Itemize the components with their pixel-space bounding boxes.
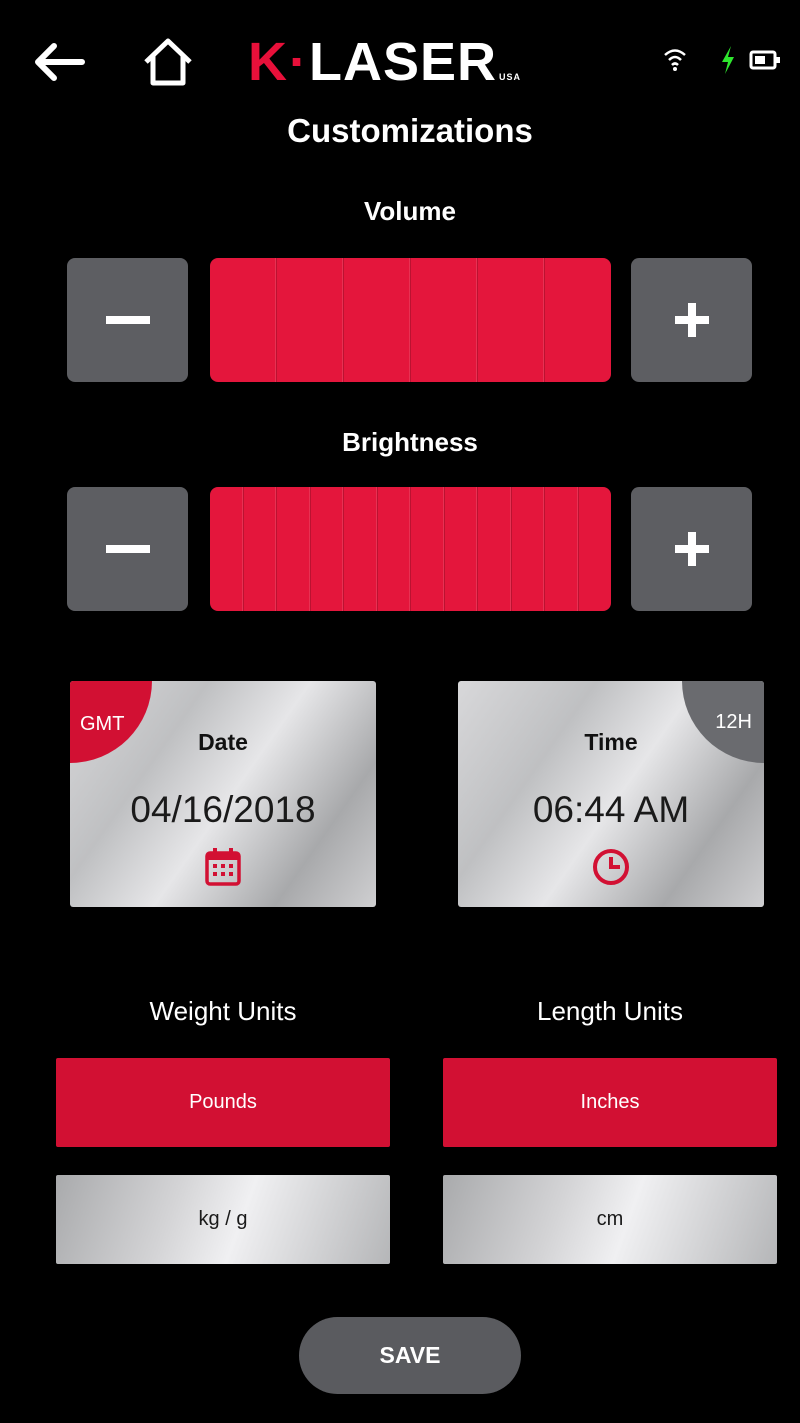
minus-icon [105,545,150,553]
minus-icon [105,316,150,324]
level-segment [512,487,545,611]
level-segment [545,487,579,611]
level-segment [445,487,478,611]
level-segment [344,258,411,382]
plus-icon [674,532,709,566]
level-segment [478,258,545,382]
level-segment [579,487,612,611]
brightness-increase-button[interactable] [631,487,752,611]
level-segment [378,487,411,611]
volume-label: Volume [364,196,456,226]
level-segment [411,258,478,382]
volume-increase-button[interactable] [631,258,752,382]
level-segment [244,487,277,611]
cm-button[interactable]: cm [443,1175,777,1264]
back-arrow-icon [35,43,85,81]
brightness-decrease-button[interactable] [67,487,188,611]
time-card[interactable]: 12H Time 06:44 AM [458,681,764,907]
level-segment [411,487,445,611]
clock-icon [593,849,629,885]
kg-g-button[interactable]: kg / g [56,1175,390,1264]
logo-laser: LASER [308,32,497,92]
pounds-button[interactable]: Pounds [56,1058,390,1147]
brightness-level-bar[interactable] [210,487,611,611]
level-segment [277,258,344,382]
charging-bolt-icon [716,44,740,76]
calendar-icon [205,848,241,886]
weight-units-label: Weight Units [149,996,297,1026]
level-segment [478,487,512,611]
length-units-label: Length Units [537,996,683,1026]
volume-level-bar[interactable] [210,258,611,382]
time-title: Time [584,729,638,755]
logo-dot: · [289,32,308,92]
home-button[interactable] [140,34,196,90]
level-segment [344,487,378,611]
k-laser-logo: K · LASER USA [248,30,521,90]
brightness-label: Brightness [342,427,478,457]
inches-button[interactable]: Inches [443,1058,777,1147]
back-button[interactable] [32,34,88,90]
date-card[interactable]: GMT Date 04/16/2018 [70,681,376,907]
level-segment [545,258,611,382]
level-segment [311,487,344,611]
save-button[interactable]: SAVE [299,1317,521,1394]
date-title: Date [198,729,248,755]
level-segment [210,258,277,382]
plus-icon [674,303,709,337]
logo-k: K [248,32,288,92]
time-value: 06:44 AM [532,789,690,830]
logo-usa: USA [499,72,522,82]
level-segment [210,487,244,611]
wifi-icon [660,44,690,76]
volume-decrease-button[interactable] [67,258,188,382]
level-segment [277,487,311,611]
battery-icon [748,44,782,76]
home-icon [144,38,192,86]
date-value: 04/16/2018 [130,789,316,830]
page-title: Customizations [287,112,533,149]
